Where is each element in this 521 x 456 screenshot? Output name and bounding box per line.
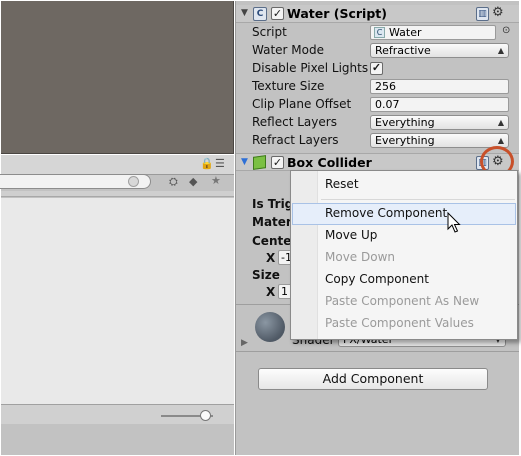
prop-label-reflect-layers: Reflect Layers — [252, 115, 337, 129]
menu-separator — [321, 199, 515, 200]
prop-label-water-mode: Water Mode — [252, 43, 324, 57]
script-asset-icon: C — [374, 27, 385, 38]
script-icon: C — [253, 7, 267, 21]
object-picker-icon[interactable]: ⊙ — [502, 25, 510, 36]
foldout-arrow-icon[interactable]: ▼ — [241, 8, 251, 18]
search-clear-icon[interactable] — [128, 176, 139, 187]
dropdown-arrow-icon: ▲ — [497, 46, 504, 55]
component-context-menu: Reset Remove Component Move Up Move Down… — [290, 170, 518, 340]
disable-pixel-lights-checkbox[interactable]: ✓ — [370, 62, 383, 75]
refract-layers-dropdown[interactable]: Everything ▲ — [370, 133, 509, 148]
size-x-label: X — [266, 285, 276, 299]
prop-label-refract-layers: Refract Layers — [252, 133, 339, 147]
script-object-value: Water — [389, 26, 422, 39]
component-title: Water (Script) — [287, 6, 387, 21]
refract-layers-value: Everything — [375, 134, 435, 147]
green-cube-icon — [253, 155, 266, 170]
foldout-arrow-icon[interactable]: ▼ — [241, 157, 251, 167]
project-toolbar: 🔒 ☰ — [1, 155, 234, 175]
foldout-arrow-icon[interactable]: ▶ — [241, 337, 251, 348]
filter-by-label-icon[interactable]: ◆ — [189, 175, 197, 189]
filter-by-type-icon[interactable]: ⛭ — [169, 175, 178, 189]
project-footer — [1, 404, 234, 424]
water-script-enabled-checkbox[interactable]: ✓ — [271, 7, 284, 20]
texture-size-field[interactable]: 256 — [370, 79, 509, 94]
lock-icon[interactable]: 🔒 — [200, 157, 214, 171]
project-column-header — [1, 191, 234, 197]
water-mode-dropdown[interactable]: Refractive ▲ — [370, 43, 509, 58]
reflect-layers-value: Everything — [375, 116, 435, 129]
prop-label-material: Mater — [252, 215, 292, 229]
menu-item-paste-component-as-new[interactable]: Paste Component As New — [292, 291, 516, 313]
star-icon[interactable]: ★ — [211, 174, 221, 188]
mouse-pointer-icon — [447, 212, 461, 233]
panel-menu-icon[interactable]: ☰ — [215, 157, 225, 171]
scene-view[interactable] — [1, 1, 234, 154]
project-asset-list[interactable] — [1, 198, 234, 423]
water-script-header[interactable]: ▼ C ✓ Water (Script) ▥ ⚙ — [236, 5, 519, 23]
menu-item-remove-component[interactable]: Remove Component — [292, 203, 516, 225]
project-search-input[interactable] — [0, 174, 151, 189]
prop-label-is-trigger: Is Trig — [252, 197, 294, 211]
project-bottom-area — [1, 425, 234, 455]
prop-label-center: Cente — [252, 234, 292, 248]
project-panel: 🔒 ☰ ⛭ ◆ ★ — [0, 155, 234, 455]
menu-item-paste-component-values[interactable]: Paste Component Values — [292, 313, 516, 335]
clip-plane-offset-field[interactable]: 0.07 — [370, 97, 509, 112]
add-component-button[interactable]: Add Component — [258, 368, 488, 390]
dropdown-arrow-icon: ▲ — [497, 118, 504, 127]
center-x-label: X — [266, 251, 276, 265]
menu-item-move-down[interactable]: Move Down — [292, 247, 516, 269]
component-divider — [236, 351, 519, 352]
component-title: Box Collider — [287, 155, 372, 170]
prop-label-disable-pixel-lights: Disable Pixel Lights — [252, 61, 369, 75]
material-preview-sphere — [255, 312, 285, 342]
menu-item-move-up[interactable]: Move Up — [292, 225, 516, 247]
dropdown-arrow-icon: ▲ — [497, 136, 504, 145]
prop-label-clip-plane-offset: Clip Plane Offset — [252, 97, 352, 111]
prop-label-script: Script — [252, 25, 287, 39]
gear-icon[interactable]: ⚙ — [492, 5, 504, 20]
water-mode-value: Refractive — [375, 44, 431, 57]
zoom-slider-thumb[interactable] — [200, 410, 211, 421]
box-collider-enabled-checkbox[interactable]: ✓ — [271, 156, 284, 169]
book-icon[interactable]: ▥ — [476, 7, 489, 21]
script-object-field[interactable]: C Water — [370, 25, 496, 40]
prop-label-texture-size: Texture Size — [252, 79, 325, 93]
menu-item-copy-component[interactable]: Copy Component — [292, 269, 516, 291]
reflect-layers-dropdown[interactable]: Everything ▲ — [370, 115, 509, 130]
menu-item-reset[interactable]: Reset — [292, 174, 516, 196]
box-collider-header[interactable]: ▼ ✓ Box Collider ▥ ⚙ — [236, 153, 519, 171]
prop-label-size: Size — [252, 268, 280, 282]
